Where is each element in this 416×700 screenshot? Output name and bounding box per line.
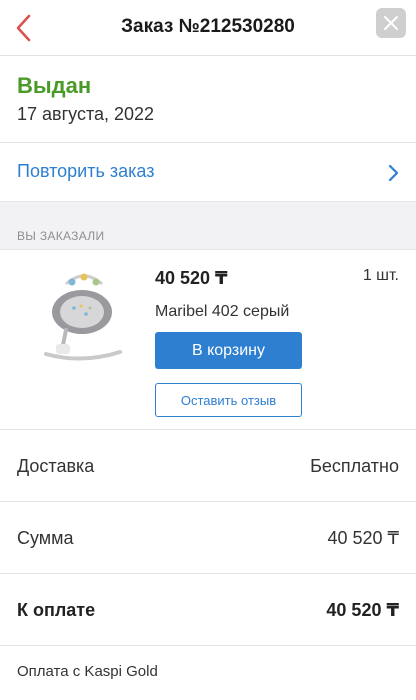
top-bar: Заказ №212530280 bbox=[0, 0, 416, 56]
chevron-right-icon bbox=[388, 164, 399, 182]
product-name[interactable]: Maribel 402 серый bbox=[155, 303, 289, 321]
delivery-row: Доставка Бесплатно bbox=[0, 430, 416, 502]
back-button[interactable] bbox=[10, 12, 40, 44]
add-to-cart-button[interactable]: В корзину bbox=[155, 332, 302, 369]
close-button[interactable] bbox=[376, 8, 406, 38]
payment-method: Оплата с Kaspi Gold bbox=[17, 663, 158, 680]
baby-swing-product-image bbox=[44, 273, 122, 361]
total-value: 40 520 ₸ bbox=[326, 600, 399, 620]
sum-row: Сумма 40 520 ₸ bbox=[0, 502, 416, 574]
product-item: 40 520 ₸ 1 шт. Maribel 402 серый В корзи… bbox=[0, 250, 416, 430]
delivery-label: Доставка bbox=[17, 456, 95, 476]
ordered-section-header: ВЫ ЗАКАЗАЛИ bbox=[0, 201, 416, 250]
sum-label: Сумма bbox=[17, 528, 74, 548]
sum-value: 40 520 ₸ bbox=[327, 528, 399, 548]
repeat-order-label: Повторить заказ bbox=[17, 161, 155, 181]
total-label: К оплате bbox=[17, 600, 96, 620]
order-status: Выдан bbox=[17, 73, 92, 98]
section-title: ВЫ ЗАКАЗАЛИ bbox=[17, 229, 105, 243]
leave-review-button[interactable]: Оставить отзыв bbox=[155, 383, 302, 417]
delivery-value: Бесплатно bbox=[310, 456, 399, 476]
page-title: Заказ №212530280 bbox=[121, 16, 295, 37]
product-image[interactable] bbox=[26, 264, 130, 368]
repeat-order-row[interactable]: Повторить заказ bbox=[0, 143, 416, 201]
product-quantity: 1 шт. bbox=[362, 267, 399, 284]
order-date: 17 августа, 2022 bbox=[17, 104, 155, 124]
product-price: 40 520 ₸ bbox=[155, 268, 228, 288]
total-row: К оплате 40 520 ₸ bbox=[0, 574, 416, 646]
close-icon bbox=[384, 16, 398, 30]
order-status-block: Выдан 17 августа, 2022 bbox=[0, 56, 416, 143]
chevron-left-icon bbox=[16, 14, 31, 42]
